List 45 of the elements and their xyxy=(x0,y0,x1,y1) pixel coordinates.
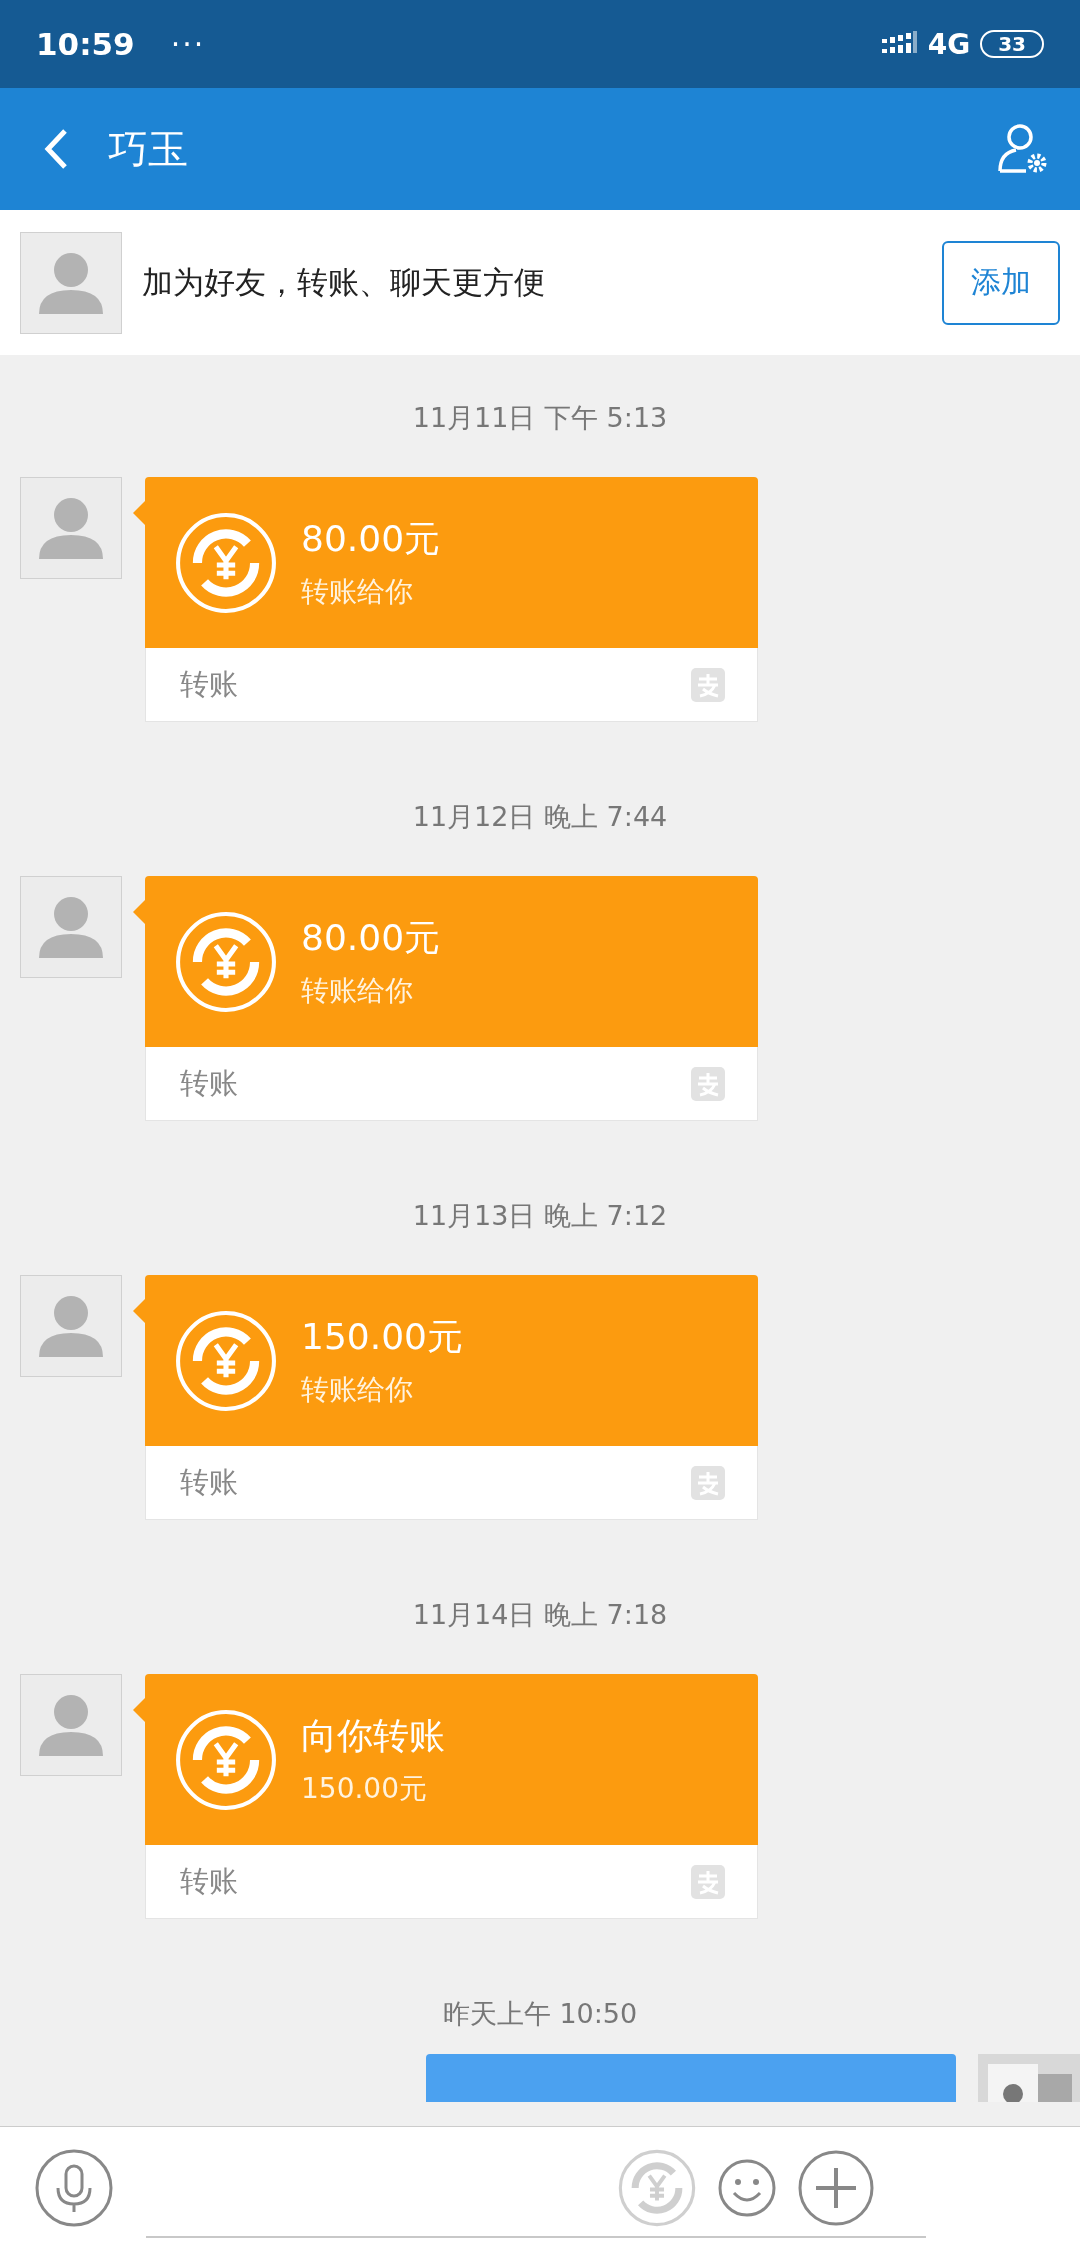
yen-exchange-icon xyxy=(175,910,277,1013)
network-label: 4G xyxy=(927,27,971,61)
transfer-subtitle: 150.00元 xyxy=(301,1771,428,1806)
transfer-label: 转账 xyxy=(180,1862,238,1900)
avatar-icon xyxy=(20,1674,122,1776)
timestamp: 11月12日 晚上 7:44 xyxy=(412,800,668,834)
avatar-icon xyxy=(20,477,122,579)
pay-logo-icon xyxy=(691,667,725,702)
transfer-label: 转账 xyxy=(180,1463,238,1501)
transfer-title: 向你转账 xyxy=(301,1713,445,1758)
notification-dots: ··· xyxy=(170,26,206,62)
transfer-label: 转账 xyxy=(180,1064,238,1102)
plus-icon[interactable] xyxy=(798,2149,874,2226)
transfer-subtitle: 转账给你 xyxy=(301,1372,414,1407)
timestamp: 11月14日 晚上 7:18 xyxy=(412,1598,668,1632)
transfer-title: 80.00元 xyxy=(301,516,441,561)
add-friend-prompt: 加为好友，转账、聊天更方便 xyxy=(142,262,545,302)
transfer-card-header[interactable]: 150.00元 转账给你 xyxy=(145,1275,758,1446)
emoji-icon[interactable] xyxy=(718,2158,776,2217)
avatar-icon xyxy=(20,1275,122,1377)
pay-logo-icon xyxy=(691,1864,725,1899)
pay-logo-icon xyxy=(691,1066,725,1101)
timestamp: 11月13日 晚上 7:12 xyxy=(412,1199,668,1233)
transfer-subtitle: 转账给你 xyxy=(301,574,414,609)
microphone-icon[interactable] xyxy=(34,2147,114,2228)
yen-exchange-icon xyxy=(175,1309,277,1412)
timestamp: 11月11日 下午 5:13 xyxy=(412,401,668,435)
back-icon[interactable] xyxy=(44,128,68,170)
add-button[interactable]: 添加 xyxy=(942,240,1060,325)
status-time: 10:59 xyxy=(36,26,135,62)
transfer-card-header[interactable]: 80.00元 转账给你 xyxy=(145,477,758,648)
transfer-title: 80.00元 xyxy=(301,915,441,960)
yen-exchange-icon xyxy=(175,511,277,614)
transfer-card-header[interactable]: 80.00元 转账给你 xyxy=(145,876,758,1047)
avatar-icon xyxy=(20,231,122,334)
timestamp: 昨天上午 10:50 xyxy=(442,1997,638,2031)
battery-icon: 33 xyxy=(980,30,1044,58)
yen-exchange-icon xyxy=(175,1708,277,1811)
avatar-icon xyxy=(20,876,122,978)
transfer-label: 转账 xyxy=(180,665,238,703)
chat-title: 巧玉 xyxy=(108,124,188,174)
transfer-title: 150.00元 xyxy=(301,1314,463,1359)
transfer-subtitle: 转账给你 xyxy=(301,973,414,1008)
pay-logo-icon xyxy=(691,1465,725,1500)
transfer-card-header[interactable]: 向你转账 150.00元 xyxy=(145,1674,758,1845)
